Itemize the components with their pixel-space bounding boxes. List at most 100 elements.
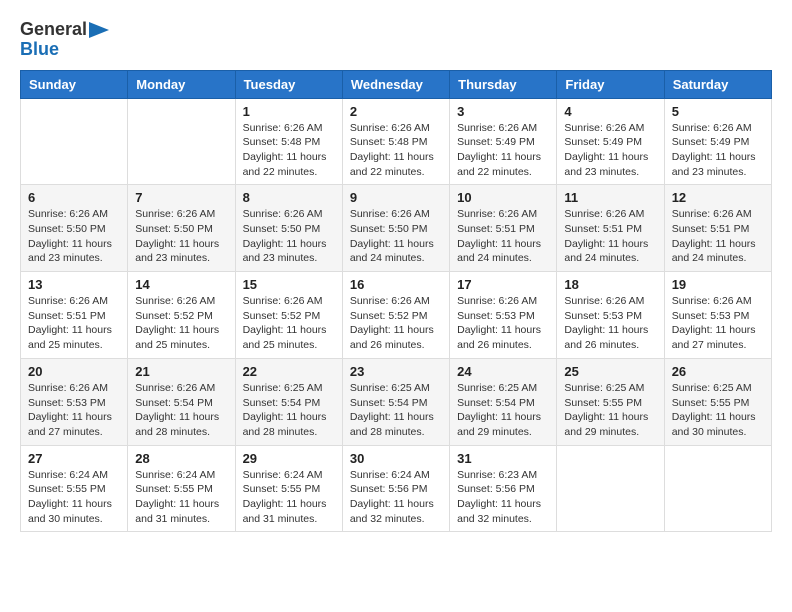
day-number: 29 (243, 451, 335, 466)
day-number: 10 (457, 190, 549, 205)
calendar-week-row: 1 Sunrise: 6:26 AM Sunset: 5:48 PM Daylig… (21, 98, 772, 185)
day-info: Sunrise: 6:26 AM Sunset: 5:49 PM Dayligh… (672, 121, 764, 180)
calendar-cell: 21 Sunrise: 6:26 AM Sunset: 5:54 PM Dayli… (128, 358, 235, 445)
calendar-cell: 28 Sunrise: 6:24 AM Sunset: 5:55 PM Dayli… (128, 445, 235, 532)
day-number: 27 (28, 451, 120, 466)
day-number: 5 (672, 104, 764, 119)
day-number: 28 (135, 451, 227, 466)
calendar-week-row: 27 Sunrise: 6:24 AM Sunset: 5:55 PM Dayli… (21, 445, 772, 532)
day-number: 26 (672, 364, 764, 379)
calendar-cell: 19 Sunrise: 6:26 AM Sunset: 5:53 PM Dayli… (664, 272, 771, 359)
day-number: 30 (350, 451, 442, 466)
day-number: 24 (457, 364, 549, 379)
day-info: Sunrise: 6:24 AM Sunset: 5:55 PM Dayligh… (243, 468, 335, 527)
day-number: 25 (564, 364, 656, 379)
day-number: 21 (135, 364, 227, 379)
day-info: Sunrise: 6:26 AM Sunset: 5:53 PM Dayligh… (28, 381, 120, 440)
calendar-cell: 24 Sunrise: 6:25 AM Sunset: 5:54 PM Dayli… (450, 358, 557, 445)
calendar-cell: 15 Sunrise: 6:26 AM Sunset: 5:52 PM Dayli… (235, 272, 342, 359)
calendar-cell: 8 Sunrise: 6:26 AM Sunset: 5:50 PM Daylig… (235, 185, 342, 272)
day-info: Sunrise: 6:26 AM Sunset: 5:51 PM Dayligh… (672, 207, 764, 266)
day-info: Sunrise: 6:25 AM Sunset: 5:55 PM Dayligh… (672, 381, 764, 440)
calendar-header-sunday: Sunday (21, 70, 128, 98)
calendar-header-tuesday: Tuesday (235, 70, 342, 98)
logo-wrapper: General Blue (20, 20, 109, 60)
logo-general-text: General (20, 20, 87, 40)
day-number: 12 (672, 190, 764, 205)
day-info: Sunrise: 6:26 AM Sunset: 5:51 PM Dayligh… (457, 207, 549, 266)
day-info: Sunrise: 6:26 AM Sunset: 5:54 PM Dayligh… (135, 381, 227, 440)
day-info: Sunrise: 6:26 AM Sunset: 5:53 PM Dayligh… (672, 294, 764, 353)
calendar-cell: 18 Sunrise: 6:26 AM Sunset: 5:53 PM Dayli… (557, 272, 664, 359)
calendar-week-row: 20 Sunrise: 6:26 AM Sunset: 5:53 PM Dayli… (21, 358, 772, 445)
calendar-cell: 23Sunrise: 6:25 AM Sunset: 5:54 PM Dayli… (342, 358, 449, 445)
day-number: 20 (28, 364, 120, 379)
day-info: Sunrise: 6:26 AM Sunset: 5:50 PM Dayligh… (243, 207, 335, 266)
calendar-cell: 10 Sunrise: 6:26 AM Sunset: 5:51 PM Dayli… (450, 185, 557, 272)
calendar-header-row: SundayMondayTuesdayWednesdayThursdayFrid… (21, 70, 772, 98)
calendar-cell: 20 Sunrise: 6:26 AM Sunset: 5:53 PM Dayli… (21, 358, 128, 445)
day-info: Sunrise: 6:25 AM Sunset: 5:54 PM Dayligh… (457, 381, 549, 440)
day-number: 19 (672, 277, 764, 292)
day-number: 6 (28, 190, 120, 205)
logo: General Blue (20, 20, 109, 60)
day-info: Sunrise: 6:26 AM Sunset: 5:49 PM Dayligh… (457, 121, 549, 180)
day-info: Sunrise: 6:25 AM Sunset: 5:54 PM Dayligh… (350, 381, 442, 440)
calendar-header-monday: Monday (128, 70, 235, 98)
calendar-cell: 22 Sunrise: 6:25 AM Sunset: 5:54 PM Dayli… (235, 358, 342, 445)
day-info: Sunrise: 6:24 AM Sunset: 5:55 PM Dayligh… (135, 468, 227, 527)
day-info: Sunrise: 6:26 AM Sunset: 5:48 PM Dayligh… (243, 121, 335, 180)
calendar-cell: 5 Sunrise: 6:26 AM Sunset: 5:49 PM Daylig… (664, 98, 771, 185)
day-number: 22 (243, 364, 335, 379)
calendar-cell: 11 Sunrise: 6:26 AM Sunset: 5:51 PM Dayli… (557, 185, 664, 272)
calendar-header-thursday: Thursday (450, 70, 557, 98)
calendar-week-row: 13 Sunrise: 6:26 AM Sunset: 5:51 PM Dayli… (21, 272, 772, 359)
day-number: 16 (350, 277, 442, 292)
page-header: General Blue (20, 20, 772, 60)
calendar-week-row: 6 Sunrise: 6:26 AM Sunset: 5:50 PM Daylig… (21, 185, 772, 272)
calendar-cell: 6Sunrise: 6:26 AM Sunset: 5:50 PM Daylig… (21, 185, 128, 272)
calendar-cell: 2 Sunrise: 6:26 AM Sunset: 5:48 PM Daylig… (342, 98, 449, 185)
day-number: 11 (564, 190, 656, 205)
day-number: 15 (243, 277, 335, 292)
calendar-cell (21, 98, 128, 185)
day-number: 7 (135, 190, 227, 205)
day-info: Sunrise: 6:26 AM Sunset: 5:50 PM Dayligh… (350, 207, 442, 266)
day-number: 31 (457, 451, 549, 466)
day-number: 1 (243, 104, 335, 119)
calendar-cell (128, 98, 235, 185)
day-number: 13 (28, 277, 120, 292)
day-info: Sunrise: 6:26 AM Sunset: 5:53 PM Dayligh… (564, 294, 656, 353)
calendar-cell: 12 Sunrise: 6:26 AM Sunset: 5:51 PM Dayli… (664, 185, 771, 272)
day-number: 18 (564, 277, 656, 292)
calendar-cell (557, 445, 664, 532)
day-number: 9 (350, 190, 442, 205)
calendar-header-wednesday: Wednesday (342, 70, 449, 98)
calendar-cell: 4 Sunrise: 6:26 AM Sunset: 5:49 PM Daylig… (557, 98, 664, 185)
day-number: 14 (135, 277, 227, 292)
logo-blue-text: Blue (20, 39, 59, 59)
day-info: Sunrise: 6:26 AM Sunset: 5:51 PM Dayligh… (564, 207, 656, 266)
day-info: Sunrise: 6:26 AM Sunset: 5:50 PM Dayligh… (135, 207, 227, 266)
calendar-cell: 29 Sunrise: 6:24 AM Sunset: 5:55 PM Dayli… (235, 445, 342, 532)
day-number: 2 (350, 104, 442, 119)
day-info: Sunrise: 6:23 AM Sunset: 5:56 PM Dayligh… (457, 468, 549, 527)
day-number: 4 (564, 104, 656, 119)
day-number: 8 (243, 190, 335, 205)
day-info: Sunrise: 6:26 AM Sunset: 5:49 PM Dayligh… (564, 121, 656, 180)
day-info: Sunrise: 6:25 AM Sunset: 5:54 PM Dayligh… (243, 381, 335, 440)
calendar-cell: 31 Sunrise: 6:23 AM Sunset: 5:56 PM Dayli… (450, 445, 557, 532)
day-info: Sunrise: 6:24 AM Sunset: 5:56 PM Dayligh… (350, 468, 442, 527)
day-info: Sunrise: 6:26 AM Sunset: 5:52 PM Dayligh… (243, 294, 335, 353)
day-info: Sunrise: 6:25 AM Sunset: 5:55 PM Dayligh… (564, 381, 656, 440)
calendar-cell: 27Sunrise: 6:24 AM Sunset: 5:55 PM Dayli… (21, 445, 128, 532)
day-info: Sunrise: 6:26 AM Sunset: 5:53 PM Dayligh… (457, 294, 549, 353)
calendar-cell: 30 Sunrise: 6:24 AM Sunset: 5:56 PM Dayli… (342, 445, 449, 532)
day-info: Sunrise: 6:26 AM Sunset: 5:48 PM Dayligh… (350, 121, 442, 180)
calendar-cell: 17 Sunrise: 6:26 AM Sunset: 5:53 PM Dayli… (450, 272, 557, 359)
day-number: 17 (457, 277, 549, 292)
day-info: Sunrise: 6:26 AM Sunset: 5:52 PM Dayligh… (135, 294, 227, 353)
calendar-header-saturday: Saturday (664, 70, 771, 98)
day-info: Sunrise: 6:26 AM Sunset: 5:51 PM Dayligh… (28, 294, 120, 353)
calendar-cell: 26 Sunrise: 6:25 AM Sunset: 5:55 PM Dayli… (664, 358, 771, 445)
